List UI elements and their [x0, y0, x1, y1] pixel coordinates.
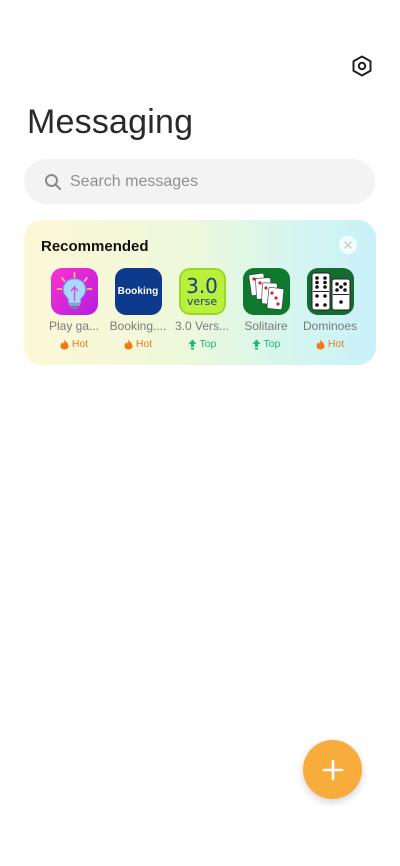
lightbulb-app-icon: [50, 268, 98, 315]
badge-label: Top: [263, 338, 281, 350]
verse-logo-main: 3.0: [186, 273, 218, 298]
close-icon: [344, 241, 352, 249]
new-message-button[interactable]: [303, 740, 362, 799]
flame-icon: [124, 339, 133, 349]
arrow-up-icon: [252, 339, 261, 350]
settings-hexagon-icon: [352, 55, 372, 77]
page-title: Messaging: [27, 103, 194, 141]
top-badge: Top: [233, 338, 299, 350]
solitaire-app-icon: [242, 268, 290, 315]
recommended-card: Recommended Play ga... Hot Booking Booki…: [24, 220, 376, 365]
app-name: Solitaire: [244, 319, 288, 333]
app-name: Dominoes: [302, 319, 358, 333]
badge-label: Hot: [327, 338, 345, 350]
search-placeholder: Search messages: [70, 172, 199, 190]
badge-label: Top: [199, 338, 217, 350]
plus-icon: [322, 759, 343, 780]
app-name: Play ga...: [48, 319, 100, 333]
badge-label: Hot: [71, 338, 89, 350]
app-name: 3.0 Vers...: [174, 319, 230, 333]
messaging-screen: Messaging Search messages Recommended Pl…: [0, 0, 400, 866]
recommended-close-button[interactable]: [339, 236, 357, 254]
search-input[interactable]: Search messages: [24, 159, 375, 204]
flame-icon: [60, 339, 69, 349]
hot-badge: Hot: [105, 338, 171, 350]
hot-badge: Hot: [297, 338, 363, 350]
recommended-app-booking[interactable]: Booking Booking.... Hot: [105, 268, 171, 350]
verse-app-icon: 3.0 verse: [178, 268, 226, 315]
badge-label: Hot: [135, 338, 153, 350]
flame-icon: [316, 339, 325, 349]
booking-logo-text: Booking: [117, 286, 159, 297]
settings-button[interactable]: [348, 52, 376, 80]
app-name: Booking....: [109, 319, 167, 333]
recommended-app-verse[interactable]: 3.0 verse 3.0 Vers... Top: [169, 268, 235, 350]
dominoes-app-icon: [306, 268, 354, 315]
hot-badge: Hot: [41, 338, 107, 350]
search-icon: [44, 173, 62, 191]
recommended-title: Recommended: [41, 238, 149, 255]
verse-logo-sub: verse: [186, 294, 218, 308]
recommended-app-solitaire[interactable]: Solitaire Top: [233, 268, 299, 350]
recommended-app-play-games[interactable]: Play ga... Hot: [41, 268, 107, 350]
recommended-apps-list: Play ga... Hot Booking Booking.... Hot 3…: [38, 268, 368, 358]
arrow-up-icon: [188, 339, 197, 350]
top-badge: Top: [169, 338, 235, 350]
recommended-app-dominoes[interactable]: Dominoes Hot: [297, 268, 363, 350]
booking-app-icon: Booking: [114, 268, 162, 315]
